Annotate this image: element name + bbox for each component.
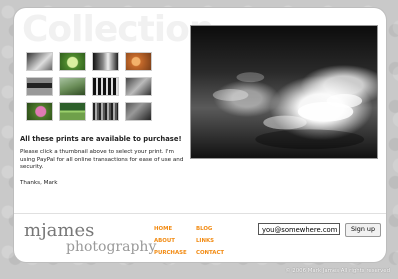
purchase-heading: All these prints are available to purcha… <box>20 135 182 143</box>
cloud-highlights <box>212 72 365 150</box>
thumbnail-9[interactable] <box>26 102 53 121</box>
nav-links[interactable]: LINKS <box>196 238 238 248</box>
thumbnail-3[interactable] <box>92 52 119 71</box>
thumbnail-12[interactable] <box>125 102 152 121</box>
thumbnail-1[interactable] <box>26 52 53 71</box>
thumbnail-5[interactable] <box>26 77 53 96</box>
thumbnail-4[interactable] <box>125 52 152 71</box>
featured-photo <box>190 25 378 159</box>
thumbnail-10[interactable] <box>59 102 86 121</box>
nav-contact[interactable]: CONTACT <box>196 250 238 260</box>
brand-subtitle: photography <box>66 239 157 255</box>
nav-home[interactable]: HOME <box>154 226 196 236</box>
collection-watermark: Collection <box>22 9 214 50</box>
brand-name: mjames <box>24 220 95 241</box>
purchase-info: All these prints are available to purcha… <box>20 135 186 195</box>
footer-navigation: HOME BLOG ABOUT LINKS PURCHASE CONTACT <box>154 226 244 260</box>
signoff-text: Thanks, Mark <box>20 179 58 186</box>
newsletter-signup: you@somewhere.com Sign up <box>258 223 382 243</box>
email-field[interactable]: you@somewhere.com <box>258 223 340 235</box>
thumbnail-2[interactable] <box>59 52 86 71</box>
thumbnail-grid <box>26 52 152 121</box>
signup-button[interactable]: Sign up <box>345 223 381 237</box>
purchase-description: Please click a thumbnail above to select… <box>20 149 184 171</box>
thumbnail-7[interactable] <box>92 77 119 96</box>
thumbnail-6[interactable] <box>59 77 86 96</box>
thumbnail-8[interactable] <box>125 77 152 96</box>
thumbnail-11[interactable] <box>92 102 119 121</box>
page-container: Collection All these prints are availabl… <box>14 8 386 262</box>
nav-about[interactable]: ABOUT <box>154 238 196 248</box>
brand-logo: mjames photography <box>24 220 156 258</box>
copyright-text: © 2006 Mark James All rights reserved <box>285 268 390 274</box>
footer: mjames photography HOME BLOG ABOUT LINKS… <box>14 213 386 262</box>
nav-blog[interactable]: BLOG <box>196 226 238 236</box>
nav-purchase[interactable]: PURCHASE <box>154 250 196 260</box>
